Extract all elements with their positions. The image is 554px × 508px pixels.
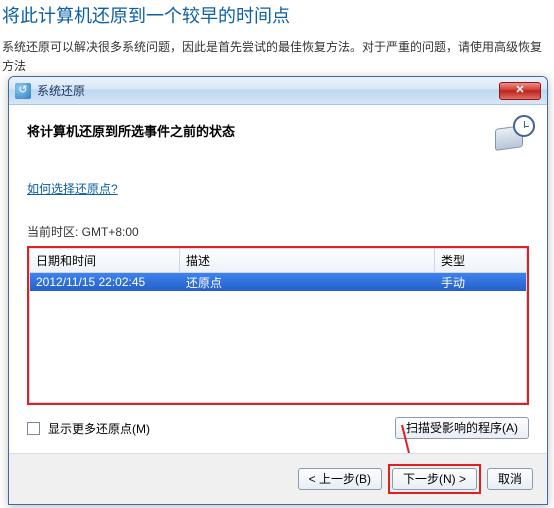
cell-datetime: 2012/11/15 22:02:45 [30,275,180,289]
cell-type: 手动 [435,274,526,291]
close-button[interactable]: ✕ [499,82,541,100]
restore-icon [15,83,31,99]
next-highlight: 下一步(N) > [388,464,481,494]
window-title: 系统还原 [37,82,499,99]
system-restore-window: 系统还原 ✕ 将计算机还原到所选事件之前的状态 如何选择还原点? 当前时区: G… [8,76,548,505]
wizard-heading: 将计算机还原到所选事件之前的状态 [27,121,529,140]
show-more-checkbox[interactable] [27,422,40,435]
restore-points-table: 日期和时间 描述 类型 2012/11/15 22:02:45 还原点 手动 [27,246,529,405]
wizard-icon [487,115,535,157]
help-link[interactable]: 如何选择还原点? [27,180,118,197]
col-type[interactable]: 类型 [435,249,527,273]
col-datetime[interactable]: 日期和时间 [30,249,180,273]
scan-affected-button[interactable]: 扫描受影响的程序(A) [395,417,529,439]
next-button[interactable]: 下一步(N) > [392,468,477,490]
timezone-label: 当前时区: GMT+8:00 [27,223,529,240]
col-description[interactable]: 描述 [180,249,435,273]
page-subtext: 系统还原可以解决很多系统问题，因此是首先尝试的最佳恢复方法。对于严重的问题，请使… [2,38,552,76]
show-more-label[interactable]: 显示更多还原点(M) [48,420,387,437]
titlebar[interactable]: 系统还原 ✕ [9,77,547,105]
back-button[interactable]: < 上一步(B) [298,468,382,490]
wizard-footer: < 上一步(B) 下一步(N) > 取消 [9,453,547,504]
cancel-button[interactable]: 取消 [487,468,533,490]
page-title: 将此计算机还原到一个较早的时间点 [2,2,552,28]
table-row[interactable]: 2012/11/15 22:02:45 还原点 手动 [30,273,526,291]
cell-description: 还原点 [180,274,435,291]
